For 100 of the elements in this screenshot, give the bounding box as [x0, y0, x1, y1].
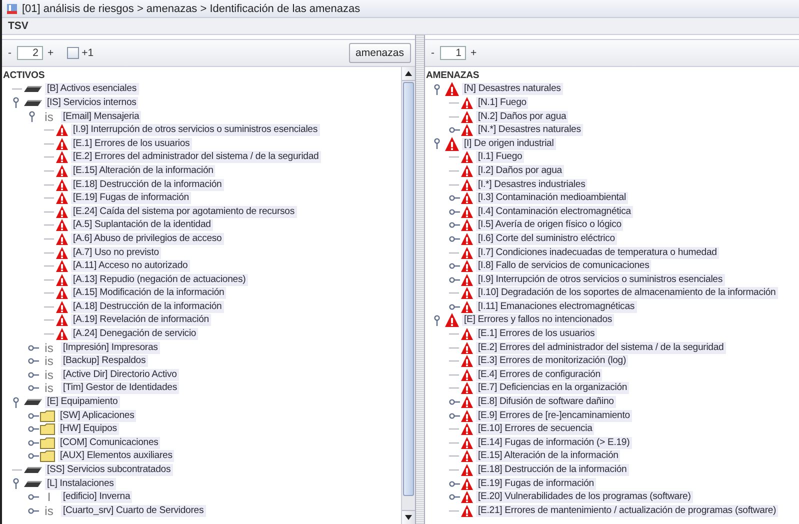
- tree-item[interactable]: [E.24] Caída del sistema por agotamiento de recursos: [71, 206, 297, 218]
- expand-handle[interactable]: [28, 425, 38, 434]
- tree-item[interactable]: [E.10] Errores de secuencia: [476, 423, 594, 436]
- decrement-button[interactable]: -: [429, 47, 436, 59]
- tree-item[interactable]: [I.9] Interrupción de otros servicios o suministros esenciales: [71, 124, 320, 136]
- scrollbar-thumb[interactable]: [403, 82, 414, 496]
- tree-item[interactable]: [I.3] Contaminación medioambiental: [476, 192, 628, 204]
- expand-handle[interactable]: [28, 506, 38, 515]
- collapse-handle[interactable]: [13, 97, 21, 108]
- tree-item[interactable]: [E.15] Alteración de la información: [71, 164, 216, 177]
- tree-item[interactable]: [COM] Comunicaciones: [58, 436, 160, 449]
- tree-item[interactable]: [I.6] Corte del suministro eléctrico: [476, 232, 617, 245]
- expand-handle[interactable]: [28, 357, 38, 366]
- increment-button[interactable]: +: [468, 47, 479, 59]
- tree-item[interactable]: [I] De origen industrial: [462, 138, 556, 150]
- depth-field[interactable]: 2: [16, 46, 42, 60]
- tree-item[interactable]: [A.11] Acceso no autorizado: [71, 260, 190, 272]
- tree-item[interactable]: [AUX] Elementos auxiliares: [58, 450, 174, 462]
- tree-item[interactable]: [E.7] Deficiencias en la organización: [476, 382, 630, 394]
- expand-handle[interactable]: [448, 276, 460, 284]
- tree-item[interactable]: [I.5] Avería de origen físico o lógico: [476, 219, 624, 232]
- decrement-button[interactable]: -: [6, 47, 14, 59]
- tree-item[interactable]: [E.1] Errores de los usuarios: [71, 138, 192, 150]
- expand-handle[interactable]: [28, 384, 38, 392]
- tree-item[interactable]: [A.7] Uso no previsto: [71, 246, 161, 259]
- tree-item[interactable]: [edificio] Inverna: [61, 491, 132, 504]
- expand-handle[interactable]: [28, 452, 38, 460]
- expand-handle[interactable]: [448, 302, 460, 311]
- tree-item[interactable]: [E.15] Alteración de la información: [476, 450, 620, 462]
- tree-item[interactable]: [E.3] Errores de monitorización (log): [476, 355, 628, 368]
- tree-item[interactable]: [E.9] Errores de [re-]encaminamiento: [476, 410, 632, 422]
- expand-handle[interactable]: [28, 344, 38, 352]
- tree-item[interactable]: [Backup] Respaldos: [61, 355, 148, 368]
- collapse-handle[interactable]: [434, 314, 442, 326]
- tree-item[interactable]: [I.8] Fallo de servicios de comunicaciones: [476, 260, 652, 272]
- tree-item[interactable]: [E.18] Destrucción de la información: [476, 464, 629, 476]
- expand-handle[interactable]: [28, 412, 38, 420]
- tree-item[interactable]: [A.15] Modificación de la información: [71, 287, 226, 300]
- expand-handle[interactable]: [448, 398, 460, 406]
- depth-field[interactable]: 1: [440, 46, 466, 60]
- tree-item[interactable]: [A.5] Suplantación de la identidad: [71, 219, 213, 232]
- tree-item[interactable]: [A.18] Destrucción de la información: [71, 300, 224, 313]
- tree-item[interactable]: [I.11] Emanaciones electromagnéticas: [476, 300, 637, 313]
- tree-item[interactable]: [A.24] Denegación de servicio: [71, 328, 198, 340]
- expand-handle[interactable]: [28, 370, 38, 379]
- checkbox[interactable]: [66, 47, 79, 59]
- menu-item[interactable]: TSV: [6, 20, 30, 32]
- expand-handle[interactable]: [448, 480, 460, 488]
- tree-item[interactable]: [Cuarto_srv] Cuarto de Servidores: [61, 504, 206, 517]
- tree-item[interactable]: [SS] Servicios subcontratados: [45, 464, 173, 476]
- tree-item[interactable]: [E.2] Errores del administrador del sistema / de la seguridad: [476, 342, 726, 354]
- tree-item[interactable]: [E.8] Difusión de software dañino: [476, 396, 616, 408]
- tree-item[interactable]: [I.2] Daños por agua: [476, 164, 564, 177]
- expand-handle[interactable]: [448, 208, 460, 216]
- collapse-handle[interactable]: [13, 396, 21, 408]
- tree-item[interactable]: [I.*] Desastres industriales: [476, 178, 588, 191]
- collapse-handle[interactable]: [434, 84, 442, 95]
- tree-item[interactable]: [I.7] Condiciones inadecuadas de temperatura o humedad: [476, 246, 719, 259]
- tree-item[interactable]: [HW] Equipos: [58, 423, 119, 436]
- expand-handle[interactable]: [448, 412, 460, 420]
- tree-item[interactable]: [A.6] Abuso de privilegios de acceso: [71, 232, 224, 245]
- collapse-handle[interactable]: [29, 111, 37, 122]
- expand-handle[interactable]: [448, 234, 460, 243]
- expand-handle[interactable]: [448, 262, 460, 270]
- tree-item[interactable]: [I.9] Interrupción de otros servicios o suministros esenciales: [476, 274, 725, 286]
- collapse-handle[interactable]: [13, 478, 21, 490]
- tree-item[interactable]: [N.*] Desastres naturales: [476, 124, 583, 136]
- increment-button[interactable]: +: [46, 47, 56, 59]
- tree-item[interactable]: [L] Instalaciones: [45, 478, 116, 490]
- expand-handle[interactable]: [28, 493, 38, 502]
- tree-item[interactable]: [Email] Mensajeria: [61, 110, 142, 123]
- tree-item[interactable]: [E.19] Fugas de información: [476, 478, 596, 490]
- tree-item[interactable]: [I.4] Contaminación electromagnética: [476, 206, 633, 218]
- tree-item[interactable]: [E.2] Errores del administrador del sistema / de la seguridad: [71, 151, 321, 164]
- tree-item[interactable]: [E] Errores y fallos no intencionados: [462, 314, 614, 326]
- expand-handle[interactable]: [448, 194, 460, 202]
- expand-handle[interactable]: [448, 493, 460, 502]
- amenazas-button[interactable]: amenazas: [348, 43, 411, 63]
- tree-item[interactable]: [E.18] Destrucción de la información: [71, 178, 224, 191]
- tree-item[interactable]: [A.19] Revelación de información: [71, 314, 211, 326]
- tree-item[interactable]: [Impresión] Impresoras: [61, 342, 160, 354]
- tree-item[interactable]: [IS] Servicios internos: [45, 96, 138, 109]
- tree-item[interactable]: [B] Activos esenciales: [45, 83, 138, 96]
- tree-item[interactable]: [E.21] Errores de mantenimiento / actualización de programas (software): [476, 504, 778, 517]
- tree-item[interactable]: [I.10] Degradación de los soportes de almacenamiento de la información: [476, 287, 778, 300]
- tree-item[interactable]: [E.14] Fugas de información (> E.19): [476, 436, 632, 449]
- tree-item[interactable]: [E.4] Errores de configuración: [476, 368, 602, 381]
- tree-item[interactable]: [N.2] Daños por agua: [476, 110, 568, 123]
- tree-item[interactable]: [A.13] Repudio (negación de actuaciones): [71, 274, 248, 286]
- tree-item[interactable]: [I.1] Fuego: [476, 151, 524, 164]
- tree-item[interactable]: [E.19] Fugas de información: [71, 192, 191, 204]
- tree-item[interactable]: [E.20] Vulnerabilidades de los programas (software): [476, 491, 693, 504]
- tree-item[interactable]: [Tim] Gestor de Identidades: [61, 382, 179, 394]
- tree-item[interactable]: [SW] Aplicaciones: [58, 410, 136, 422]
- expand-handle[interactable]: [28, 438, 38, 447]
- tree-item[interactable]: [E] Equipamiento: [45, 396, 120, 408]
- tree-item[interactable]: [N] Desastres naturales: [462, 83, 563, 96]
- collapse-handle[interactable]: [434, 138, 442, 150]
- expand-handle[interactable]: [448, 126, 460, 134]
- tree-item[interactable]: [Active Dir] Directorio Activo: [61, 368, 179, 381]
